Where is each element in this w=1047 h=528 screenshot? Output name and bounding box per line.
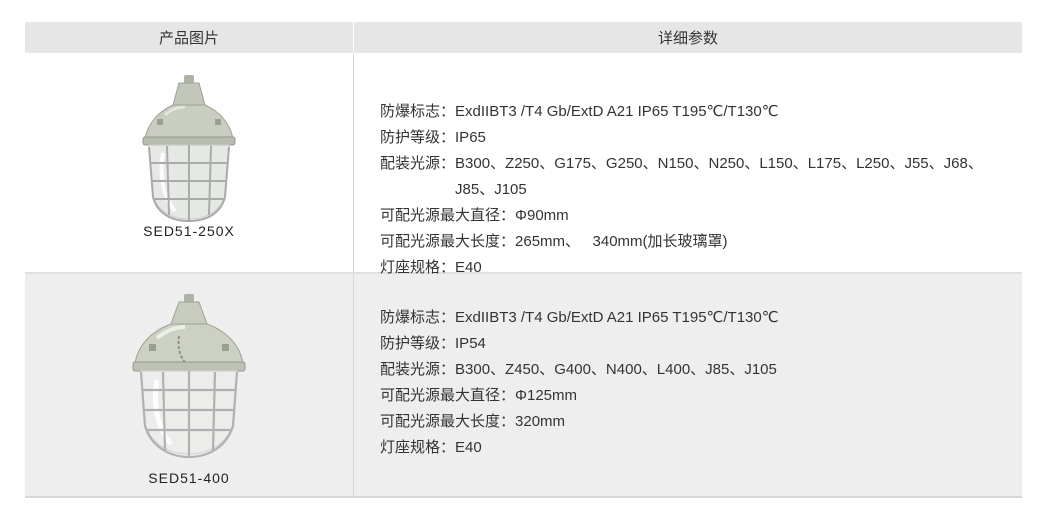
spec-value: B300、Z250、G175、G250、N150、N250、L150、L175、… [455, 155, 983, 198]
spec-max-diameter: 可配光源最大直径： Φ90mm [380, 203, 1001, 229]
spec-value: IP65 [455, 129, 486, 146]
header-spec-column: 详细参数 [353, 22, 1022, 53]
spec-max-length: 可配光源最大长度： 320mm [380, 409, 779, 435]
spec-protection-level: 防护等级： IP65 [380, 125, 1001, 151]
spec-label: 防爆标志： [380, 103, 456, 120]
header-image-column: 产品图片 [158, 30, 219, 47]
spec-value: Φ125mm [515, 387, 578, 404]
spec-protection-level: 防护等级： IP54 [380, 331, 779, 357]
spec-value: Φ90mm [515, 207, 569, 224]
spec-value: ExdIIBT3 /T4 Gb/ExtD A21 IP65 T195℃/T130… [455, 309, 779, 326]
spec-label: 配装光源： [380, 361, 456, 378]
spec-value: E40 [455, 439, 482, 456]
spec-explosion-mark: 防爆标志： ExdIIBT3 /T4 Gb/ExtD A21 IP65 T195… [380, 305, 779, 331]
product-image-cell: SED51-400 [25, 274, 353, 496]
spec-label: 防护等级： [380, 335, 456, 352]
spec-socket: 灯座规格： E40 [380, 435, 779, 461]
spec-label: 可配光源最大长度： [380, 413, 516, 430]
spec-label: 防护等级： [380, 129, 456, 146]
product-model: SED51-400 [148, 470, 230, 486]
spec-explosion-mark: 防爆标志： ExdIIBT3 /T4 Gb/ExtD A21 IP65 T195… [380, 99, 1001, 125]
spec-list: 防爆标志： ExdIIBT3 /T4 Gb/ExtD A21 IP65 T195… [380, 99, 1001, 281]
spec-value: 320mm [515, 413, 566, 430]
spec-max-length: 可配光源最大长度： 265mm、 340mm(加长玻璃罩) [380, 229, 1001, 255]
table-row: SED51-250X 防爆标志： ExdIIBT3 /T4 Gb/ExtD A2… [25, 53, 1022, 276]
product-image-cell: SED51-250X [25, 53, 353, 272]
product-spec-cell: 防爆标志： ExdIIBT3 /T4 Gb/ExtD A21 IP65 T195… [353, 53, 1022, 276]
spec-label: 配装光源： [380, 155, 456, 172]
spec-list: 防爆标志： ExdIIBT3 /T4 Gb/ExtD A21 IP65 T195… [380, 305, 779, 461]
spec-value: 265mm、 340mm(加长玻璃罩) [515, 233, 728, 250]
spec-max-diameter: 可配光源最大直径： Φ125mm [380, 383, 779, 409]
spec-value: ExdIIBT3 /T4 Gb/ExtD A21 IP65 T195℃/T130… [455, 103, 779, 120]
spec-label: 可配光源最大直径： [380, 387, 516, 404]
product-spec-table: 产品图片 详细参数 SED51-250X 防爆标志： ExdIIBT3 /T4 … [25, 22, 1022, 498]
table-header: 产品图片 详细参数 [25, 22, 1022, 53]
spec-value: IP54 [455, 335, 486, 352]
spec-label: 可配光源最大长度： [380, 233, 516, 250]
spec-value: B300、Z450、G400、N400、L400、J85、J105 [455, 361, 777, 378]
spec-label: 灯座规格： [380, 439, 456, 456]
spec-light-source: 配装光源： B300、Z450、G400、N400、L400、J85、J105 [380, 357, 779, 383]
spec-label: 可配光源最大直径： [380, 207, 516, 224]
product-spec-cell: 防爆标志： ExdIIBT3 /T4 Gb/ExtD A21 IP65 T195… [353, 274, 1022, 496]
explosion-proof-lamp-icon[interactable] [135, 75, 243, 225]
spec-light-source: 配装光源： B300、Z250、G175、G250、N150、N250、L150… [380, 151, 1001, 203]
table-row: SED51-400 防爆标志： ExdIIBT3 /T4 Gb/ExtD A21… [25, 272, 1022, 498]
explosion-proof-lamp-icon[interactable] [127, 294, 251, 460]
spec-label: 防爆标志： [380, 309, 456, 326]
product-model: SED51-250X [143, 223, 235, 239]
